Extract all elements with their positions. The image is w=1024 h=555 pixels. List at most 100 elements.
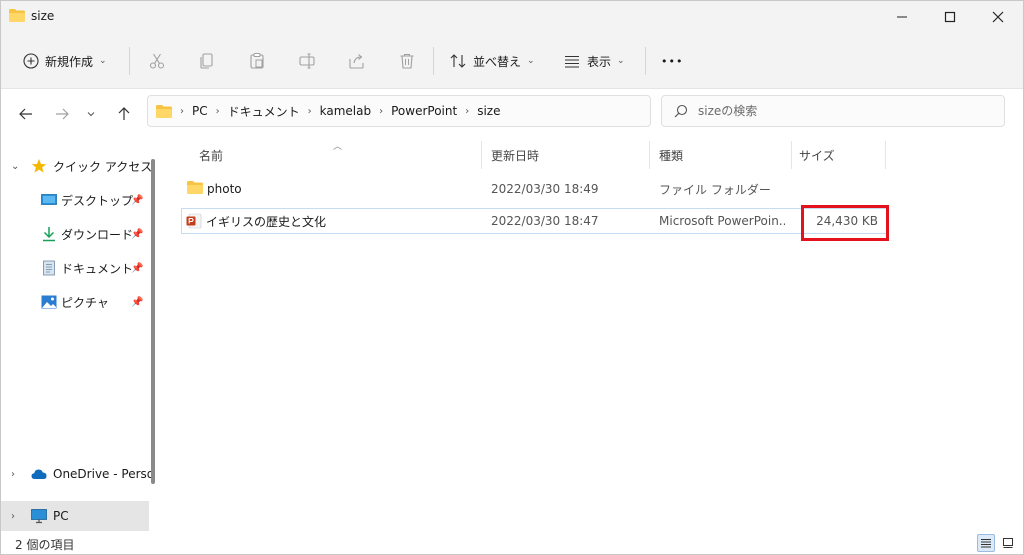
cloud-icon <box>31 469 47 479</box>
plus-circle-icon <box>23 53 39 69</box>
chevron-up-icon: ︿ <box>333 142 343 152</box>
file-name: イギリスの歴史と文化 <box>206 214 327 229</box>
chevron-down-icon[interactable]: ⌄ <box>11 161 19 172</box>
back-button[interactable] <box>15 103 37 125</box>
copy-icon <box>200 53 213 69</box>
chevron-right-icon[interactable]: › <box>379 106 383 117</box>
column-divider[interactable] <box>481 141 482 169</box>
pin-icon[interactable]: 📌 <box>131 297 143 308</box>
cut-button[interactable] <box>145 49 169 73</box>
up-button[interactable] <box>113 103 135 125</box>
nav-scrollbar[interactable] <box>151 159 155 484</box>
share-button[interactable] <box>345 49 369 73</box>
nav-label: ドキュメント <box>61 261 134 276</box>
file-type: ファイル フォルダー <box>659 182 771 197</box>
file-type: Microsoft PowerPoin... <box>659 214 785 228</box>
chevron-right-icon: › <box>180 105 184 117</box>
pin-icon[interactable]: 📌 <box>131 229 143 240</box>
column-header-type[interactable]: 種類 <box>659 139 683 171</box>
column-divider[interactable] <box>649 141 650 169</box>
column-divider[interactable] <box>791 141 792 169</box>
nav-label: クイック アクセス <box>53 159 153 174</box>
tiles-view-icon <box>1003 538 1013 548</box>
nav-quick-access[interactable]: ⌄ クイック アクセス <box>1 151 153 181</box>
more-icon: ••• <box>661 54 684 68</box>
sort-button[interactable]: 並べ替え ⌄ <box>449 45 535 77</box>
maximize-button[interactable] <box>927 1 973 33</box>
status-bar: 2 個の項目 <box>1 532 1023 554</box>
copy-button[interactable] <box>195 49 219 73</box>
arrow-right-icon <box>56 108 69 120</box>
column-divider[interactable] <box>885 141 886 169</box>
command-bar: 新規作成 ⌄ 並べ替え ⌄ 表示 ⌄ ••• <box>1 33 1023 89</box>
chevron-down-icon <box>87 112 95 117</box>
view-icon <box>565 55 579 68</box>
folder-icon <box>156 104 172 118</box>
rename-button[interactable] <box>295 49 319 73</box>
breadcrumb-kamelab[interactable]: kamelab <box>320 104 371 118</box>
details-view-button[interactable] <box>977 534 995 552</box>
large-icons-view-button[interactable] <box>999 534 1017 552</box>
separator <box>129 47 130 75</box>
computer-icon <box>31 509 47 524</box>
chevron-right-icon[interactable]: › <box>216 106 220 117</box>
address-row: › PC › ドキュメント › kamelab › PowerPoint › s… <box>1 89 1023 139</box>
file-name: photo <box>207 182 242 196</box>
search-input[interactable] <box>698 104 978 118</box>
file-date: 2022/03/30 18:47 <box>491 214 599 228</box>
nav-documents[interactable]: ドキュメント 📌 <box>1 253 149 283</box>
pin-icon[interactable]: 📌 <box>131 195 143 206</box>
chevron-right-icon[interactable]: › <box>465 106 469 117</box>
pictures-icon <box>41 295 57 309</box>
recent-locations-button[interactable] <box>81 103 101 125</box>
separator <box>645 47 646 75</box>
nav-label: ダウンロード <box>61 227 134 242</box>
item-count: 2 個の項目 <box>15 538 75 552</box>
more-options-button[interactable]: ••• <box>661 45 683 77</box>
file-list: ︿ 名前 更新日時 種類 サイズ photo 2022/03/30 18:49 … <box>163 139 1023 532</box>
nav-downloads[interactable]: ダウンロード 📌 <box>1 219 149 249</box>
paste-button[interactable] <box>245 49 269 73</box>
table-row[interactable]: photo 2022/03/30 18:49 ファイル フォルダー <box>181 176 887 202</box>
view-label: 表示 <box>587 54 612 69</box>
table-row[interactable]: イギリスの歴史と文化 2022/03/30 18:47 Microsoft Po… <box>181 208 889 234</box>
chevron-right-icon[interactable]: › <box>11 469 15 480</box>
nav-pc[interactable]: › PC <box>1 501 149 531</box>
address-bar[interactable]: › PC › ドキュメント › kamelab › PowerPoint › s… <box>147 95 784 127</box>
chevron-right-icon[interactable]: › <box>11 511 15 522</box>
rename-icon <box>299 53 315 69</box>
sort-icon <box>450 54 466 68</box>
nav-pictures[interactable]: ピクチャ 📌 <box>1 287 149 317</box>
file-explorer-window: size 新規作成 ⌄ 並べ替え ⌄ 表示 ⌄ ••• › PC › ドキュメン… <box>0 0 1024 555</box>
breadcrumb-pc[interactable]: PC <box>192 104 208 118</box>
sort-label: 並べ替え <box>473 54 522 69</box>
column-header-date[interactable]: 更新日時 <box>491 139 539 171</box>
delete-button[interactable] <box>395 49 419 73</box>
forward-button[interactable] <box>51 103 73 125</box>
details-view-icon <box>981 539 991 548</box>
chevron-down-icon: ⌄ <box>617 56 625 66</box>
nav-desktop[interactable]: デスクトップ 📌 <box>1 185 149 215</box>
breadcrumb-documents[interactable]: ドキュメント <box>228 103 300 120</box>
close-button[interactable] <box>975 1 1021 33</box>
chevron-down-icon: ⌄ <box>527 56 535 66</box>
chevron-right-icon[interactable]: › <box>308 106 312 117</box>
column-header-name[interactable]: 名前 <box>199 139 223 171</box>
share-icon <box>349 54 364 69</box>
minimize-button[interactable] <box>879 1 925 33</box>
pin-icon[interactable]: 📌 <box>131 263 143 274</box>
file-date: 2022/03/30 18:49 <box>491 182 599 196</box>
folder-icon <box>187 181 203 194</box>
close-icon <box>992 11 1004 23</box>
search-box[interactable] <box>661 95 1005 127</box>
new-button[interactable]: 新規作成 ⌄ <box>15 45 115 77</box>
powerpoint-icon <box>186 213 202 229</box>
view-button[interactable]: 表示 ⌄ <box>563 45 625 77</box>
folder-icon <box>9 9 25 22</box>
breadcrumb-powerpoint[interactable]: PowerPoint <box>391 104 457 118</box>
delete-icon <box>400 53 414 69</box>
column-header-size[interactable]: サイズ <box>799 139 835 171</box>
breadcrumb-size[interactable]: size <box>477 104 500 118</box>
nav-onedrive[interactable]: › OneDrive - Perso <box>1 459 154 489</box>
title-bar[interactable]: size <box>1 1 1023 33</box>
